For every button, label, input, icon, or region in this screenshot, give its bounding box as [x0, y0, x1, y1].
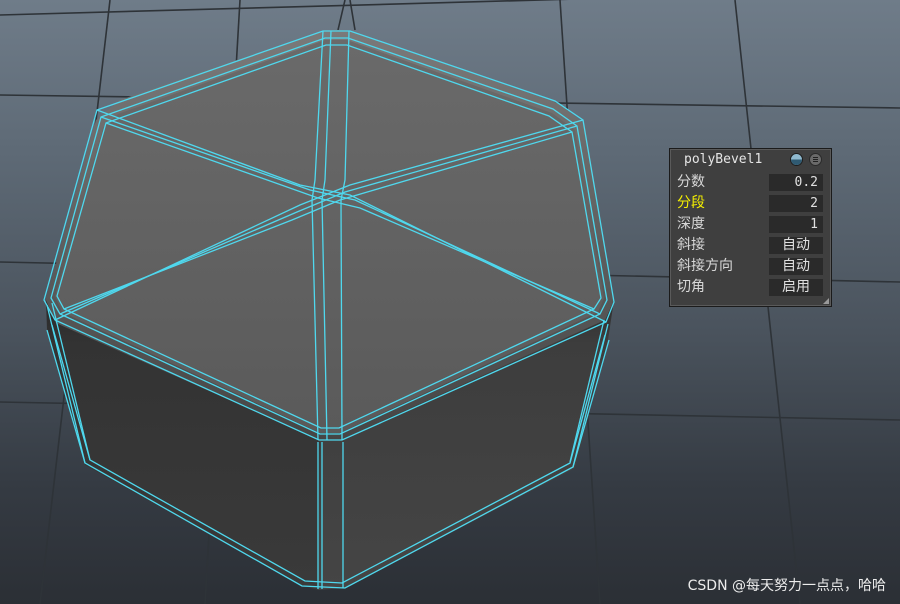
attr-row-miter-along[interactable]: 斜接方向 自动 — [673, 256, 827, 276]
resize-handle-icon[interactable] — [823, 298, 829, 304]
bevel-hex-mesh — [43, 30, 615, 590]
polybevel-attribute-panel: polyBevel1 分数 0.2 分段 2 深度 1 斜接 自动 斜接方向 自… — [669, 148, 832, 307]
attr-label: 切角 — [677, 279, 705, 295]
attr-value-field[interactable]: 2 — [769, 195, 823, 212]
attr-label: 斜接方向 — [677, 258, 733, 274]
attr-row-depth[interactable]: 深度 1 — [673, 214, 827, 234]
attr-label: 分段 — [677, 195, 705, 211]
attr-row-mitering[interactable]: 斜接 自动 — [673, 235, 827, 255]
attr-label: 深度 — [677, 216, 705, 232]
attr-row-chamfer[interactable]: 切角 启用 — [673, 277, 827, 297]
attr-value-field[interactable]: 0.2 — [769, 174, 823, 191]
menu-icon[interactable] — [809, 153, 822, 166]
sphere-icon[interactable] — [790, 153, 803, 166]
attr-label: 斜接 — [677, 237, 705, 253]
watermark: CSDN @每天努力一点点，哈哈 — [687, 578, 886, 594]
attr-row-fraction[interactable]: 分数 0.2 — [673, 172, 827, 192]
attr-value-field[interactable]: 1 — [769, 216, 823, 233]
3d-viewport[interactable]: polyBevel1 分数 0.2 分段 2 深度 1 斜接 自动 斜接方向 自… — [0, 0, 900, 604]
attr-value-field[interactable]: 自动 — [769, 237, 823, 254]
attr-value-field[interactable]: 自动 — [769, 258, 823, 275]
panel-title: polyBevel1 — [684, 152, 763, 167]
attr-value-field[interactable]: 启用 — [769, 279, 823, 296]
attr-label: 分数 — [677, 174, 705, 190]
attr-row-segments[interactable]: 分段 2 — [673, 193, 827, 213]
